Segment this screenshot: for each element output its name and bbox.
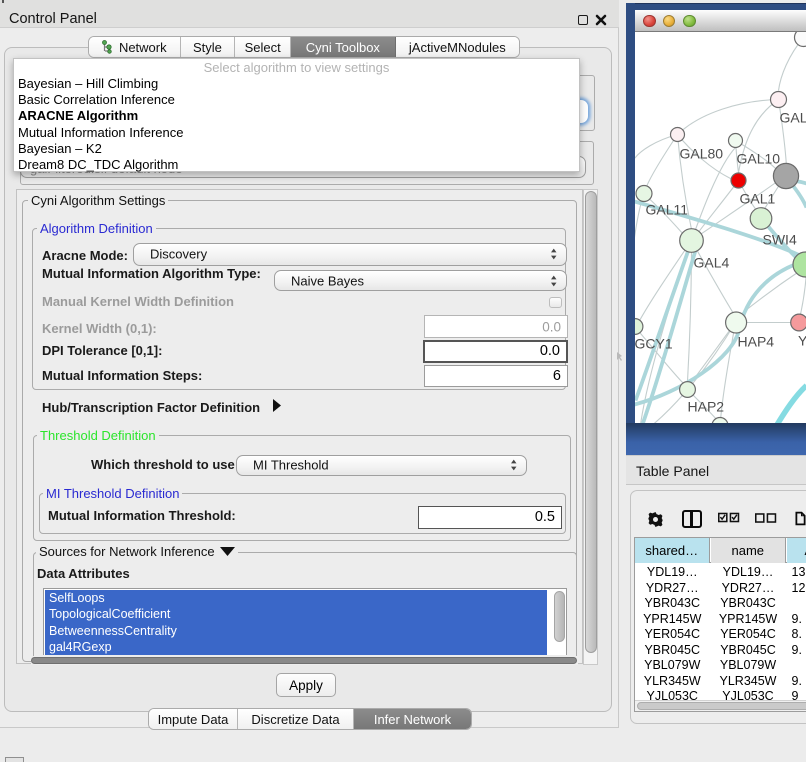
svg-text:GAL4: GAL4 xyxy=(693,254,729,270)
svg-text:GAL10: GAL10 xyxy=(736,150,780,166)
svg-text:GAL7: GAL7 xyxy=(779,109,806,125)
svg-text:Y: Y xyxy=(798,332,806,348)
svg-text:GAL80: GAL80 xyxy=(679,145,723,161)
svg-text:GAL11: GAL11 xyxy=(645,201,688,217)
svg-text:HAP4: HAP4 xyxy=(737,333,774,349)
svg-text:SWI4: SWI4 xyxy=(762,231,796,247)
svg-text:GCY1: GCY1 xyxy=(635,335,673,351)
svg-text:HAP2: HAP2 xyxy=(687,398,724,414)
svg-text:GAL1: GAL1 xyxy=(739,190,775,206)
